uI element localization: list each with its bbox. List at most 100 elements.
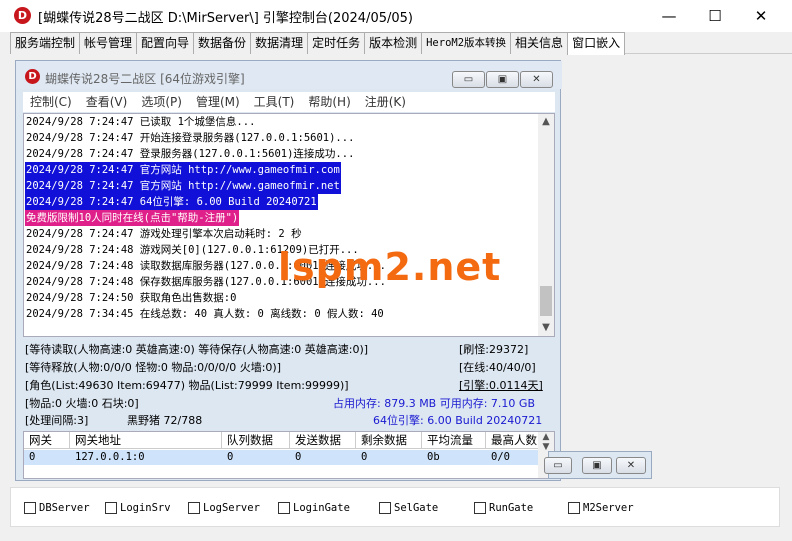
checkbox-selgate[interactable]: SelGate: [379, 502, 438, 514]
bg-close-button[interactable]: ✕: [616, 457, 646, 474]
checkbox-label: LogServer: [203, 502, 260, 514]
cell-max-users: 0/0: [491, 451, 510, 463]
table-row[interactable]: 0 127.0.0.1:0 0 0 0 0b 0/0: [24, 450, 540, 465]
tab-version-check[interactable]: 版本检测: [364, 32, 423, 54]
col-gateway-address[interactable]: 网关地址: [70, 432, 222, 449]
menu-tools[interactable]: 工具(T): [247, 92, 302, 112]
scroll-down-icon[interactable]: ▼: [538, 320, 554, 336]
status-panel: [等待读取(人物高速:0 英雄高速:0) 等待保存(人物高速:0 英雄高速:0)…: [23, 339, 555, 429]
stat-online: [在线:40/40/0]: [459, 361, 536, 374]
checkbox-loginsrv[interactable]: LoginSrv: [105, 502, 171, 514]
log-line: 免费版限制10人同时在线(点击"帮助-注册"): [25, 210, 240, 226]
tab-config-wizard[interactable]: 配置向导: [136, 32, 195, 54]
scroll-up-icon[interactable]: ▲: [538, 114, 554, 130]
app-logo-icon: D: [14, 7, 31, 24]
stat-wait-read: [等待读取(人物高速:0 英雄高速:0) 等待保存(人物高速:0 英雄高速:0)…: [25, 343, 369, 356]
tab-scheduled[interactable]: 定时任务: [307, 32, 366, 54]
stat-memory: 占用内存: 879.3 MB 可用内存: 7.10 GB: [333, 397, 535, 410]
background-window: ▭ ▣ ✕: [544, 451, 652, 479]
stat-monster: 黑野猪 72/788: [127, 414, 203, 427]
server-checkbox-bar: DBServer LoginSrv LogServer LoginGate Se…: [10, 487, 780, 527]
child-minimize-button[interactable]: ▭: [452, 71, 485, 88]
scroll-thumb[interactable]: [540, 286, 552, 316]
checkbox-logingate[interactable]: LoginGate: [278, 502, 350, 514]
child-restore-button[interactable]: ▣: [486, 71, 519, 88]
menu-view[interactable]: 查看(V): [79, 92, 135, 112]
window-title: [蝴蝶传说28号二战区 D:\MirServer\] 引擎控制台(2024/05…: [38, 11, 413, 26]
log-line: 2024/9/28 7:24:47 64位引擎: 6.00 Build 2024…: [25, 194, 318, 210]
tab-cleanup[interactable]: 数据清理: [250, 32, 309, 54]
close-button[interactable]: ✕: [738, 0, 784, 32]
stat-items: [物品:0 火墙:0 石块:0]: [25, 397, 139, 410]
log-line: 2024/9/28 7:24:47 登录服务器(127.0.0.1:5601)连…: [26, 148, 355, 160]
checkbox-icon[interactable]: [278, 502, 290, 514]
log-lines: 2024/9/28 7:24:47 已读取 1个城堡信息... 2024/9/28…: [25, 114, 535, 322]
menu-register[interactable]: 注册(K): [358, 92, 413, 112]
checkbox-label: DBServer: [39, 502, 90, 514]
checkbox-icon[interactable]: [379, 502, 391, 514]
gateway-table: 网关 网关地址 队列数据 发送数据 剩余数据 平均流量 最高人数 0 127.0…: [23, 431, 555, 479]
stat-role: [角色(List:49630 Item:69477) 物品(List:79999…: [25, 379, 349, 392]
minimize-button[interactable]: —: [646, 0, 692, 32]
log-line: 2024/9/28 7:24:47 已读取 1个城堡信息...: [26, 116, 256, 128]
log-line: 2024/9/28 7:24:47 游戏处理引擎本次启动耗时: 2 秒: [26, 228, 302, 240]
col-gateway[interactable]: 网关: [24, 432, 70, 449]
log-panel[interactable]: 2024/9/28 7:24:47 已读取 1个城堡信息... 2024/9/28…: [23, 113, 555, 337]
col-remaining[interactable]: 剩余数据: [356, 432, 422, 449]
cell-send: 0: [295, 451, 302, 463]
tab-account[interactable]: 帐号管理: [79, 32, 138, 54]
checkbox-icon[interactable]: [568, 502, 580, 514]
watermark: lspm2.net: [278, 245, 502, 289]
col-send[interactable]: 发送数据: [290, 432, 356, 449]
stat-interval: [处理间隔:3]: [25, 414, 89, 427]
checkbox-label: LoginGate: [293, 502, 350, 514]
child-menu-bar: 控制(C) 查看(V) 选项(P) 管理(M) 工具(T) 帮助(H) 注册(K…: [23, 92, 555, 112]
cell-remaining: 0: [361, 451, 368, 463]
checkbox-logserver[interactable]: LogServer: [188, 502, 260, 514]
cell-queue: 0: [227, 451, 234, 463]
menu-control[interactable]: 控制(C): [23, 92, 79, 112]
checkbox-m2server[interactable]: M2Server: [568, 502, 634, 514]
tab-herom2-convert[interactable]: HeroM2版本转换: [421, 32, 512, 54]
bg-restore-button[interactable]: ▣: [582, 457, 612, 474]
log-line: 2024/9/28 7:24:47 官方网站 http://www.gameof…: [25, 162, 341, 178]
tab-bar: 服务端控制 帐号管理 配置向导 数据备份 数据清理 定时任务 版本检测 Hero…: [10, 32, 792, 55]
cell-avg-traffic: 0b: [427, 451, 440, 463]
stat-refresh: [刷怪:29372]: [459, 343, 529, 356]
col-max-users[interactable]: 最高人数: [486, 432, 540, 449]
checkbox-label: SelGate: [394, 502, 439, 514]
child-title-bar: D 蝴蝶传说28号二战区 [64位游戏引擎] ▭ ▣ ✕: [16, 61, 562, 89]
maximize-button[interactable]: ☐: [692, 0, 738, 32]
log-scrollbar[interactable]: ▲ ▼: [538, 114, 554, 336]
tab-server-control[interactable]: 服务端控制: [10, 32, 81, 54]
log-line: 2024/9/28 7:24:50 获取角色出售数据:0: [26, 292, 237, 304]
tab-info[interactable]: 相关信息: [510, 32, 569, 54]
child-window-title: 蝴蝶传说28号二战区 [64位游戏引擎]: [45, 72, 245, 86]
tab-backup[interactable]: 数据备份: [193, 32, 252, 54]
tab-window-embed[interactable]: 窗口嵌入: [567, 32, 626, 55]
menu-manage[interactable]: 管理(M): [189, 92, 247, 112]
checkbox-label: RunGate: [489, 502, 534, 514]
checkbox-icon[interactable]: [105, 502, 117, 514]
menu-options[interactable]: 选项(P): [134, 92, 189, 112]
checkbox-dbserver[interactable]: DBServer: [24, 502, 90, 514]
col-queue[interactable]: 队列数据: [222, 432, 290, 449]
checkbox-icon[interactable]: [24, 502, 36, 514]
bg-minimize-button[interactable]: ▭: [544, 457, 572, 474]
stat-engine[interactable]: [引擎:0.0114天]: [459, 377, 543, 393]
checkbox-label: M2Server: [583, 502, 634, 514]
log-line: 2024/9/28 7:34:45 在线总数: 40 真人数: 0 离线数: 0…: [26, 308, 384, 320]
child-logo-icon: D: [25, 69, 40, 84]
checkbox-label: LoginSrv: [120, 502, 171, 514]
child-close-button[interactable]: ✕: [520, 71, 553, 88]
checkbox-icon[interactable]: [474, 502, 486, 514]
checkbox-icon[interactable]: [188, 502, 200, 514]
menu-help[interactable]: 帮助(H): [301, 92, 357, 112]
cell-gateway: 0: [29, 451, 36, 463]
log-line: 2024/9/28 7:24:47 官方网站 http://www.gameof…: [25, 178, 341, 194]
col-avg-traffic[interactable]: 平均流量: [422, 432, 486, 449]
checkbox-rungate[interactable]: RunGate: [474, 502, 533, 514]
cell-address: 127.0.0.1:0: [75, 451, 145, 463]
log-line: 2024/9/28 7:24:47 开始连接登录服务器(127.0.0.1:56…: [26, 132, 355, 144]
title-bar: D [蝴蝶传说28号二战区 D:\MirServer\] 引擎控制台(2024/…: [0, 0, 792, 32]
